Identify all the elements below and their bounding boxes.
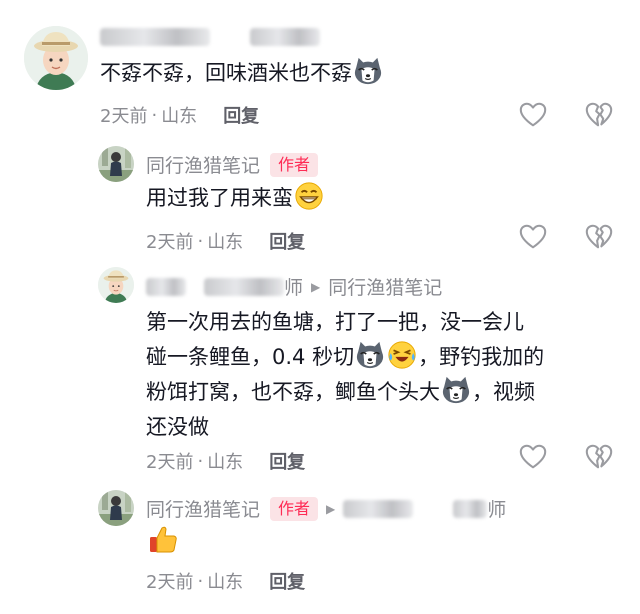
- broken-heart-icon[interactable]: [584, 442, 614, 472]
- avatar-image: [24, 26, 88, 90]
- comment-author[interactable]: [100, 28, 320, 46]
- meta-separator: ·: [197, 450, 204, 472]
- avatar[interactable]: [98, 146, 134, 182]
- right-triangle-icon: ▶: [326, 501, 336, 516]
- blurred-username: [453, 499, 488, 518]
- avatar-image: [98, 490, 134, 526]
- comment-time: 2天前: [146, 572, 194, 593]
- comment-text-content: 不孬不孬，回味酒米也不孬: [100, 61, 352, 85]
- comment-time: 2天前: [146, 232, 194, 253]
- author-suffix: 师: [284, 277, 304, 299]
- heart-outline-icon[interactable]: [518, 442, 548, 472]
- comment-text-line: ，视频: [472, 380, 535, 404]
- laugh-cry-emoji-icon: [387, 340, 417, 370]
- comment-meta: 2天前 · 山东 回复: [100, 102, 259, 128]
- broken-heart-icon[interactable]: [584, 222, 614, 252]
- meta-separator: ·: [197, 570, 204, 592]
- reply-button[interactable]: 回复: [269, 568, 305, 594]
- avatar-image: [98, 146, 134, 182]
- blurred-username: [100, 28, 210, 46]
- reply-button[interactable]: 回复: [223, 102, 259, 128]
- avatar[interactable]: [24, 26, 88, 90]
- comment-text-line: 第一次用去的鱼塘，打了一把，没一会儿: [146, 310, 524, 334]
- meta-separator: ·: [197, 230, 204, 252]
- comment-location: 山东: [161, 106, 198, 127]
- husky-emoji-icon: [355, 340, 385, 370]
- reply-button[interactable]: 回复: [269, 228, 305, 254]
- comment-meta: 2天前 · 山东 回复: [146, 228, 305, 254]
- comment-location: 山东: [207, 232, 244, 253]
- comment-text-line: 碰一条鲤鱼，0.4 秒切: [146, 345, 355, 369]
- comment-text: 第一次用去的鱼塘，打了一把，没一会儿 碰一条鲤鱼，0.4 秒切 ，野钓我加的 粉饵…: [146, 305, 544, 445]
- avatar[interactable]: [98, 490, 134, 526]
- broken-heart-icon[interactable]: [584, 100, 614, 130]
- comment-meta: 2天前 · 山东 回复: [146, 568, 305, 594]
- author-badge: 作者: [270, 152, 319, 177]
- comment-text: 不孬不孬，回味酒米也不孬: [100, 56, 384, 91]
- author-name: 同行渔猎笔记: [146, 499, 261, 521]
- reply-to-name[interactable]: 同行渔猎笔记: [328, 273, 442, 300]
- comment-author[interactable]: 同行渔猎笔记 作者: [146, 151, 319, 178]
- comment-text-line: 还没做: [146, 415, 209, 439]
- blurred-username: [343, 499, 414, 518]
- husky-emoji-icon: [441, 375, 471, 405]
- thumbs-up-emoji-icon: [147, 523, 179, 555]
- reply-to-suffix[interactable]: 师: [487, 495, 506, 522]
- comment-text-content: 用过我了用来蛮: [146, 186, 293, 210]
- avatar-image: [98, 267, 134, 303]
- grin-emoji-icon: [294, 181, 324, 211]
- comment-text: 用过我了用来蛮: [146, 181, 325, 216]
- comment-author[interactable]: 同行渔猎笔记 作者 ▶ 师: [146, 495, 506, 522]
- husky-emoji-icon: [353, 56, 383, 86]
- comment-location: 山东: [207, 452, 244, 473]
- comment-author[interactable]: 师 ▶ 同行渔猎笔记: [146, 273, 442, 300]
- meta-separator: ·: [151, 104, 158, 126]
- comment-meta: 2天前 · 山东 回复: [146, 448, 305, 474]
- author-badge: 作者: [270, 496, 319, 521]
- right-triangle-icon: ▶: [311, 279, 321, 294]
- comment-text: [146, 523, 180, 560]
- avatar[interactable]: [98, 267, 134, 303]
- blurred-username: [250, 28, 320, 46]
- comment-time: 2天前: [100, 106, 148, 127]
- comment-location: 山东: [207, 572, 244, 593]
- author-name: 同行渔猎笔记: [146, 155, 261, 177]
- comment-text-line: ，野钓我加的: [418, 345, 545, 369]
- blurred-username: [204, 277, 284, 296]
- comment-time: 2天前: [146, 452, 194, 473]
- comment-text-line: 粉饵打窝，也不孬，鲫鱼个头大: [146, 380, 440, 404]
- reply-button[interactable]: 回复: [269, 448, 305, 474]
- blurred-username: [146, 277, 186, 296]
- heart-outline-icon[interactable]: [518, 222, 548, 252]
- heart-outline-icon[interactable]: [518, 100, 548, 130]
